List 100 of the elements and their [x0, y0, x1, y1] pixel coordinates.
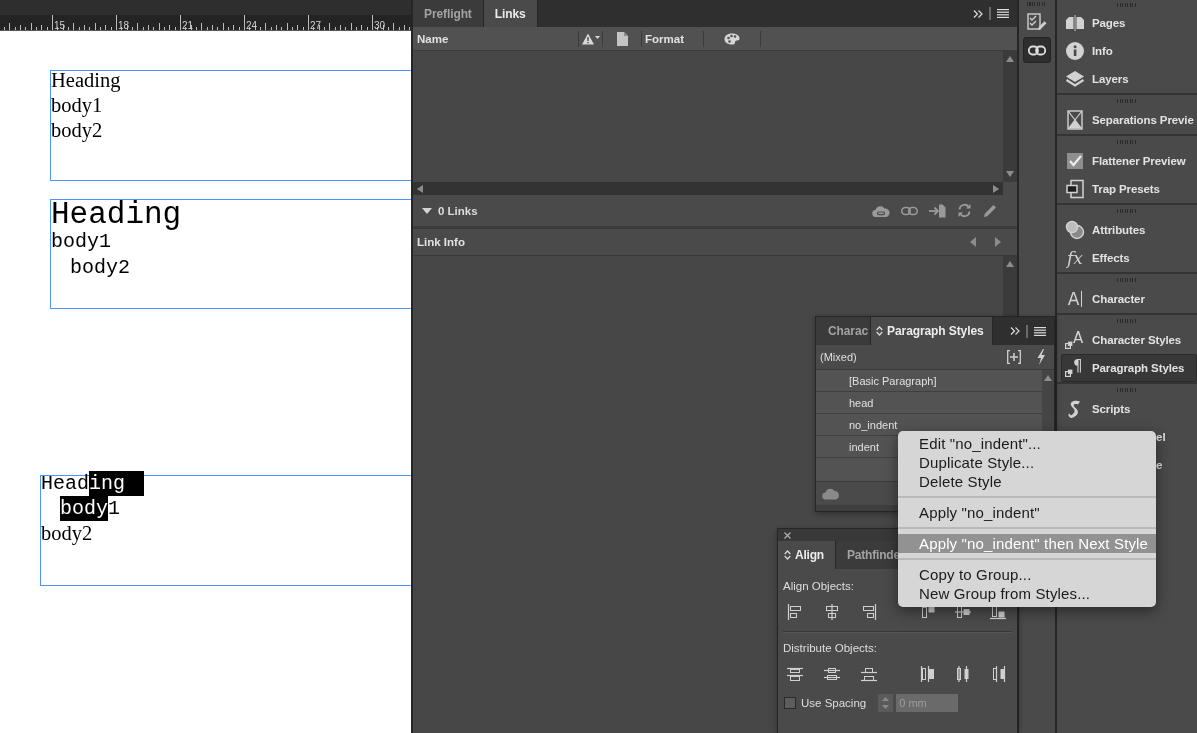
panel-button[interactable]: A Character Styles: [1061, 326, 1197, 354]
current-style-label: (Mixed): [820, 351, 857, 363]
menu-item[interactable]: New Group from Styles...: [898, 584, 1156, 603]
menu-item[interactable]: Apply "no_indent": [898, 503, 1156, 522]
distribute-left-icon[interactable]: [920, 666, 936, 682]
panel-button[interactable]: e: [1156, 459, 1163, 471]
drag-handle[interactable]: [1117, 318, 1137, 323]
plus-box-icon[interactable]: [1007, 350, 1021, 364]
scroll-right-arrow-icon[interactable]: [993, 184, 999, 193]
menu-icon[interactable]: [1034, 326, 1046, 336]
hourglass-icon: [1065, 110, 1085, 130]
align-bottom-icon[interactable]: [990, 604, 1006, 620]
disclosure-triangle-icon[interactable]: [422, 205, 432, 216]
panel-tab[interactable]: Preflight: [413, 0, 484, 27]
link-icon: [1028, 44, 1046, 56]
distribute-right-icon[interactable]: [990, 666, 1006, 682]
arrow-into-page-icon[interactable]: [929, 203, 946, 218]
checkbox-label[interactable]: Use Spacing: [801, 697, 867, 709]
fx-icon: fx: [1065, 248, 1085, 268]
frame-text: body2: [51, 118, 103, 143]
ruler-number: 27: [310, 21, 322, 31]
horizontal-scrollbar[interactable]: [413, 182, 1003, 195]
warning-icon[interactable]: [581, 32, 600, 45]
section-title[interactable]: Link Info: [417, 236, 465, 248]
panel-button[interactable]: fx Effects: [1061, 244, 1197, 272]
drag-handle[interactable]: [1117, 387, 1137, 392]
panel-button[interactable]: Layers: [1061, 65, 1197, 93]
panel-button[interactable]: [1023, 37, 1051, 63]
scroll-up-arrow-icon[interactable]: [1006, 261, 1014, 267]
style-list-item[interactable]: no_indent: [849, 418, 898, 431]
align-vertical-center-icon[interactable]: [955, 604, 971, 620]
align-right-icon[interactable]: [861, 604, 877, 620]
menu-item[interactable]: Delete Style: [898, 472, 1156, 491]
column-header[interactable]: Format: [645, 32, 684, 45]
align-horizontal-center-icon[interactable]: [824, 604, 840, 620]
link-icon[interactable]: [901, 205, 918, 216]
vertical-scrollbar[interactable]: [1003, 51, 1017, 182]
distribute-vertical-center-icon[interactable]: [824, 666, 840, 682]
panel-button[interactable]: Pages: [1061, 9, 1197, 37]
panel-tab[interactable]: Align: [778, 541, 836, 569]
style-list-item[interactable]: [Basic Paragraph]: [849, 374, 937, 387]
distribute-top-icon[interactable]: [787, 666, 803, 682]
stepper-icon[interactable]: [878, 694, 894, 712]
scroll-up-arrow-icon[interactable]: [1044, 375, 1052, 381]
scroll-down-arrow-icon[interactable]: [1006, 171, 1014, 177]
up-down-arrows-icon: [876, 326, 884, 336]
nested-rectangles-icon: [1065, 179, 1085, 199]
panel-button[interactable]: ¶ Paragraph Styles: [1061, 354, 1197, 382]
refresh-icon[interactable]: [957, 203, 972, 218]
cloud-icon[interactable]: [822, 488, 839, 500]
right-arrow-icon[interactable]: [995, 237, 1001, 247]
style-list-item[interactable]: head: [849, 396, 874, 409]
cloud-link-icon[interactable]: [872, 203, 890, 218]
menu-item[interactable]: Duplicate Style...: [898, 453, 1156, 472]
frame-text: body1: [51, 230, 111, 255]
panel-tab[interactable]: Charac: [816, 317, 872, 345]
panel-button[interactable]: Info: [1061, 37, 1197, 65]
links-count: 0 Links: [438, 204, 478, 217]
scroll-up-arrow-icon[interactable]: [1006, 56, 1014, 62]
panel-tab[interactable]: Pathfinde: [836, 541, 901, 569]
selected-text: body: [60, 496, 108, 521]
distribute-bottom-icon[interactable]: [861, 666, 877, 682]
page-icon[interactable]: [616, 31, 628, 46]
drag-handle[interactable]: [1117, 139, 1137, 144]
style-list-item[interactable]: indent: [849, 440, 879, 453]
panel-button[interactable]: Attributes: [1061, 216, 1197, 244]
up-down-arrows-icon: [784, 550, 791, 560]
panel-button[interactable]: Separations Previe: [1061, 106, 1197, 134]
panel-tab[interactable]: Paragraph Styles: [871, 317, 993, 345]
panel-button[interactable]: Scripts: [1061, 395, 1197, 423]
pencil-icon[interactable]: [983, 203, 997, 218]
lightning-icon[interactable]: [1036, 349, 1046, 365]
double-chevron-icon[interactable]: [1010, 327, 1020, 335]
panel-button[interactable]: Flattener Preview: [1061, 147, 1197, 175]
drag-handle[interactable]: [1027, 2, 1047, 6]
drag-handle[interactable]: [1117, 98, 1137, 103]
scroll-left-arrow-icon[interactable]: [417, 184, 423, 193]
pages-icon: [1065, 13, 1085, 33]
ruler-number: 18: [118, 21, 130, 31]
drag-handle[interactable]: [1117, 208, 1137, 213]
double-chevron-icon[interactable]: [973, 9, 983, 18]
overlapping-circles-icon: [1065, 220, 1085, 240]
palette-icon[interactable]: [724, 32, 740, 45]
distribute-horizontal-center-icon[interactable]: [955, 666, 971, 682]
left-arrow-icon[interactable]: [970, 237, 976, 247]
panel-button[interactable]: el: [1156, 431, 1166, 443]
menu-icon[interactable]: [997, 9, 1009, 18]
menu-item[interactable]: Edit "no_indent"...: [898, 434, 1156, 453]
close-icon[interactable]: [784, 531, 791, 539]
frame-text: Head: [41, 471, 89, 496]
ruler-number: 30: [374, 21, 386, 31]
column-header[interactable]: Name: [417, 32, 449, 45]
panel-button[interactable]: A Character: [1061, 285, 1197, 313]
checkbox[interactable]: [784, 697, 796, 709]
align-left-icon[interactable]: [787, 604, 803, 620]
menu-item[interactable]: Copy to Group...: [898, 565, 1156, 584]
panel-tab[interactable]: Links: [483, 0, 538, 27]
panel-button[interactable]: Trap Presets: [1061, 175, 1197, 203]
drag-handle[interactable]: [1117, 277, 1137, 282]
selected-text: ing: [89, 471, 145, 496]
